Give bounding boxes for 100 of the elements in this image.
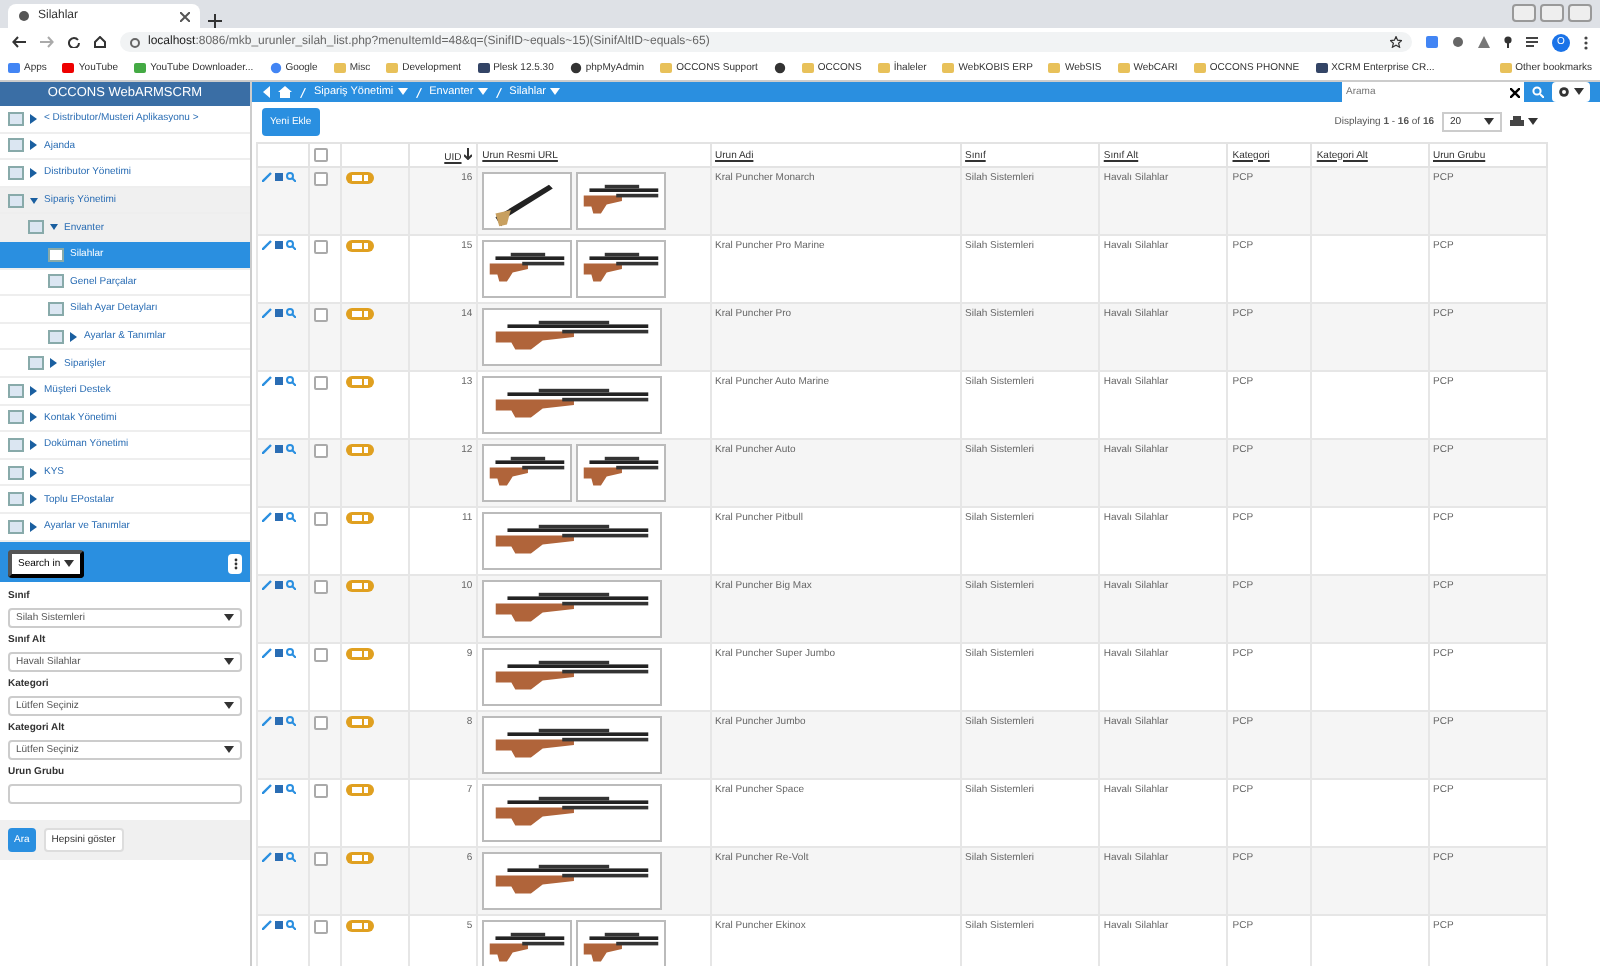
copy-icon[interactable] xyxy=(274,784,284,794)
card-badge-icon[interactable] xyxy=(346,580,375,592)
expand-arrow-icon[interactable] xyxy=(30,494,38,505)
search-icon[interactable] xyxy=(286,784,296,794)
card-badge-icon[interactable] xyxy=(346,240,375,252)
expand-arrow-icon[interactable] xyxy=(30,412,38,423)
edit-icon[interactable] xyxy=(262,308,272,318)
row-checkbox[interactable] xyxy=(313,580,328,594)
search-icon[interactable] xyxy=(286,444,296,454)
edit-icon[interactable] xyxy=(262,920,272,930)
minimize-icon[interactable] xyxy=(1512,4,1536,22)
site-icon xyxy=(1315,62,1328,74)
caret-icon xyxy=(477,88,488,96)
expand-arrow-icon[interactable] xyxy=(30,467,38,478)
copy-icon[interactable] xyxy=(274,444,284,454)
card-badge-icon[interactable] xyxy=(346,648,375,660)
expand-arrow-icon[interactable] xyxy=(30,140,38,151)
copy-icon[interactable] xyxy=(274,240,284,250)
row-checkbox[interactable] xyxy=(313,920,328,934)
search-icon[interactable] xyxy=(286,716,296,726)
translate-icon[interactable] xyxy=(1426,36,1438,48)
forward-icon[interactable] xyxy=(40,36,54,48)
edit-icon[interactable] xyxy=(262,376,272,386)
close-icon[interactable] xyxy=(180,11,190,21)
sort-down-icon[interactable] xyxy=(464,147,473,159)
expand-arrow-icon[interactable] xyxy=(30,439,38,450)
row-checkbox[interactable] xyxy=(313,308,328,322)
search-icon[interactable] xyxy=(286,580,296,590)
separator-icon xyxy=(300,87,306,97)
pin-icon[interactable] xyxy=(1504,36,1512,48)
caret-icon xyxy=(64,559,75,567)
maximize-icon[interactable] xyxy=(1540,4,1564,22)
search-icon[interactable] xyxy=(286,240,296,250)
row-checkbox[interactable] xyxy=(313,852,328,866)
card-badge-icon[interactable] xyxy=(346,784,375,796)
edit-icon[interactable] xyxy=(262,784,272,794)
edit-icon[interactable] xyxy=(262,512,272,522)
edit-icon[interactable] xyxy=(262,648,272,658)
select-all-checkbox[interactable] xyxy=(313,148,328,162)
copy-icon[interactable] xyxy=(274,920,284,930)
search-icon[interactable] xyxy=(286,376,296,386)
row-checkbox[interactable] xyxy=(313,240,328,254)
folder-icon xyxy=(1117,62,1130,74)
expand-arrow-icon[interactable] xyxy=(30,195,38,206)
settings-button[interactable] xyxy=(1552,82,1590,102)
card-badge-icon[interactable] xyxy=(346,376,375,388)
new-tab-icon[interactable] xyxy=(208,14,222,28)
playlist-icon[interactable] xyxy=(1526,36,1538,48)
edit-icon[interactable] xyxy=(262,716,272,726)
copy-icon[interactable] xyxy=(274,580,284,590)
expand-arrow-icon[interactable] xyxy=(50,222,58,233)
reload-icon[interactable] xyxy=(68,36,80,48)
input-field[interactable] xyxy=(8,783,242,803)
edit-icon[interactable] xyxy=(262,580,272,590)
edit-icon[interactable] xyxy=(262,444,272,454)
copy-icon[interactable] xyxy=(274,172,284,182)
star-icon[interactable] xyxy=(1390,36,1402,48)
copy-icon[interactable] xyxy=(274,376,284,386)
copy-icon[interactable] xyxy=(274,308,284,318)
expand-arrow-icon[interactable] xyxy=(30,167,38,178)
edit-icon[interactable] xyxy=(262,172,272,182)
home-icon[interactable] xyxy=(94,36,106,48)
copy-icon[interactable] xyxy=(274,648,284,658)
expand-arrow-icon[interactable] xyxy=(30,385,38,396)
expand-arrow-icon[interactable] xyxy=(30,521,38,532)
caret-icon xyxy=(550,88,560,96)
row-checkbox[interactable] xyxy=(313,376,328,390)
card-badge-icon[interactable] xyxy=(346,308,375,320)
card-badge-icon[interactable] xyxy=(346,920,375,932)
print-button[interactable] xyxy=(1510,116,1538,128)
row-checkbox[interactable] xyxy=(313,716,328,730)
row-checkbox[interactable] xyxy=(313,784,328,798)
search-icon[interactable] xyxy=(286,308,296,318)
search-icon[interactable] xyxy=(286,920,296,930)
copy-icon[interactable] xyxy=(274,716,284,726)
copy-icon[interactable] xyxy=(274,512,284,522)
options-button[interactable] xyxy=(228,553,242,573)
row-checkbox[interactable] xyxy=(313,512,328,526)
search-icon[interactable] xyxy=(286,852,296,862)
back-icon[interactable] xyxy=(12,36,26,48)
card-badge-icon[interactable] xyxy=(346,512,375,524)
card-badge-icon[interactable] xyxy=(346,852,375,864)
close-window-icon[interactable] xyxy=(1568,4,1592,22)
row-checkbox[interactable] xyxy=(313,444,328,458)
search-icon[interactable] xyxy=(286,512,296,522)
card-badge-icon[interactable] xyxy=(346,172,375,184)
row-checkbox[interactable] xyxy=(313,648,328,662)
card-badge-icon[interactable] xyxy=(346,444,375,456)
edit-icon[interactable] xyxy=(262,852,272,862)
search-icon[interactable] xyxy=(286,648,296,658)
edit-icon[interactable] xyxy=(262,240,272,250)
clear-button[interactable] xyxy=(1506,82,1524,102)
expand-arrow-icon[interactable] xyxy=(70,331,78,342)
card-badge-icon[interactable] xyxy=(346,716,375,728)
search-icon[interactable] xyxy=(286,172,296,182)
expand-arrow-icon[interactable] xyxy=(50,358,58,369)
caret-icon xyxy=(224,613,234,621)
copy-icon[interactable] xyxy=(274,852,284,862)
row-checkbox[interactable] xyxy=(313,172,328,186)
expand-arrow-icon[interactable] xyxy=(30,113,38,124)
